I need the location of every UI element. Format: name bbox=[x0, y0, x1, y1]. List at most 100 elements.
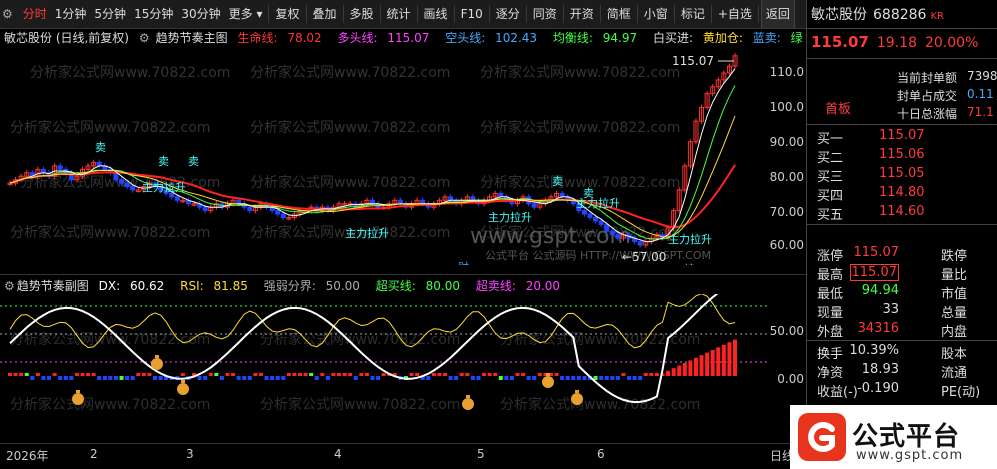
seal-value: 0.11 bbox=[967, 87, 994, 101]
tab-15min[interactable]: 15分钟 bbox=[130, 0, 177, 28]
ma-line bbox=[9, 68, 736, 243]
simple-frame-button[interactable]: 简框 bbox=[603, 0, 635, 28]
stat-label: 涨停 bbox=[817, 249, 844, 264]
order-book-row[interactable]: 买三 115.05 bbox=[817, 166, 997, 185]
candle-body bbox=[637, 241, 643, 246]
histogram-bar bbox=[554, 373, 559, 376]
tongzi-button[interactable]: 同资 bbox=[529, 0, 561, 28]
histogram-bar bbox=[8, 373, 12, 376]
main-indicator-name[interactable]: 趋势节奏主图 bbox=[156, 31, 228, 45]
histogram-bar bbox=[654, 373, 659, 376]
histogram-bar bbox=[13, 373, 18, 376]
money-bag-tie bbox=[466, 395, 470, 398]
order-book-row[interactable]: 买一 115.07 bbox=[817, 128, 997, 147]
draw-line-button[interactable]: 画线 bbox=[420, 0, 452, 28]
candles-layer bbox=[7, 53, 738, 248]
divider bbox=[710, 5, 712, 23]
histogram-bar bbox=[677, 365, 682, 376]
candle-body bbox=[604, 223, 610, 232]
divider bbox=[416, 5, 418, 23]
mark-button[interactable]: 标记 bbox=[677, 0, 709, 28]
sell-signal-label: 卖 bbox=[95, 141, 106, 154]
histogram-bar bbox=[286, 373, 291, 376]
histogram-bar bbox=[242, 376, 247, 380]
divider bbox=[599, 5, 601, 23]
tab-1min[interactable]: 1分钟 bbox=[51, 0, 91, 28]
date-tick: 5 bbox=[477, 447, 485, 461]
watermark-text: 分析家公式网www.70822.com bbox=[250, 64, 450, 81]
multi-stock-button[interactable]: 多股 bbox=[346, 0, 378, 28]
stats-button[interactable]: 统计 bbox=[383, 0, 415, 28]
histogram-bar bbox=[409, 373, 414, 376]
gear-icon[interactable]: ⚙ bbox=[4, 279, 15, 293]
date-tick: 6 bbox=[597, 447, 605, 461]
histogram-bar bbox=[415, 373, 420, 376]
back-button[interactable]: 返回 bbox=[760, 0, 795, 28]
histogram-bar bbox=[359, 373, 364, 376]
histogram-bar bbox=[30, 376, 35, 380]
histogram-bar bbox=[482, 373, 487, 376]
histogram-bar bbox=[498, 376, 503, 380]
osc-tick: 50.00 bbox=[769, 324, 804, 338]
histogram-bar bbox=[281, 376, 286, 380]
tab-5min[interactable]: 5分钟 bbox=[90, 0, 130, 28]
gear-icon[interactable]: ⚙ bbox=[0, 0, 19, 28]
histogram-bar bbox=[197, 376, 202, 380]
watermark-text: 分析家公式网www.70822.com bbox=[250, 174, 450, 191]
add-watchlist-button[interactable]: +自选 bbox=[714, 0, 756, 28]
histogram-bar bbox=[582, 376, 587, 380]
overlay-button[interactable]: 叠加 bbox=[309, 0, 341, 28]
kaizi-button[interactable]: 开资 bbox=[566, 0, 598, 28]
stat-label: 市值 bbox=[941, 287, 968, 302]
candlestick-chart[interactable]: 分析家公式网www.70822.com 分析家公式网www.70822.com 分析… bbox=[0, 47, 768, 265]
f10-button[interactable]: F10 bbox=[457, 0, 487, 28]
tab-fenshi[interactable]: 分时 bbox=[19, 0, 51, 28]
stat-label: 外盘 bbox=[817, 325, 844, 340]
stat-label: 总量 bbox=[941, 306, 968, 321]
watermark-text: 分析家公式网www.70822.com bbox=[260, 396, 460, 413]
candle-body bbox=[587, 213, 593, 218]
tab-more[interactable]: 更多 ▾ bbox=[225, 0, 267, 28]
order-book-row[interactable]: 买五 114.60 bbox=[817, 204, 997, 223]
order-book-row[interactable]: 买四 114.80 bbox=[817, 185, 997, 204]
watermark-text: 分析家公式网www.70822.com bbox=[10, 396, 210, 413]
sub-indicator-name[interactable]: 趋势节奏副图 bbox=[17, 279, 89, 293]
stat-label: 内盘 bbox=[941, 325, 968, 340]
histogram-bar bbox=[565, 376, 570, 380]
money-bag-icon bbox=[462, 395, 474, 410]
small-window-button[interactable]: 小窗 bbox=[640, 0, 672, 28]
histogram-bar bbox=[710, 350, 715, 376]
oscillator-chart[interactable]: 分析家公式网www.70822.com 分析家公式网www.70822.com 分析… bbox=[0, 294, 768, 439]
histogram-bar bbox=[627, 376, 632, 380]
stat-value: 115.07 bbox=[849, 264, 899, 281]
stat-row: 现量 33 总量 bbox=[817, 302, 997, 321]
candle-body bbox=[593, 216, 599, 222]
divider bbox=[807, 224, 997, 225]
candle-body bbox=[609, 230, 615, 236]
life-line-label: 生命线: 78.02 bbox=[237, 31, 322, 45]
stat-value: 10.39% bbox=[849, 343, 899, 358]
divider bbox=[453, 5, 455, 23]
money-bag-icon bbox=[72, 390, 84, 405]
order-book-row[interactable]: 买二 115.06 bbox=[817, 147, 997, 166]
oscillator-line bbox=[9, 294, 719, 404]
by-minute-button[interactable]: 逐分 bbox=[492, 0, 524, 28]
histogram-bar bbox=[320, 373, 325, 376]
balance-line-label: 均衡线: 94.97 bbox=[552, 31, 638, 45]
gear-icon[interactable]: ⚙ bbox=[139, 31, 150, 45]
seal-label: 当前封单额 bbox=[897, 71, 958, 85]
date-axis: 2026年 2 3 4 5 6 日线 bbox=[0, 443, 806, 464]
money-bag-body bbox=[151, 358, 163, 370]
divider bbox=[807, 340, 997, 341]
histogram-bar bbox=[693, 357, 698, 376]
histogram-bar bbox=[86, 373, 91, 376]
lift-signal-label: 主力拉升 bbox=[142, 180, 186, 194]
strength-divide-label: 强弱分界: 50.00 bbox=[263, 279, 360, 293]
site-logo: 公式平台 www.gspt.com bbox=[790, 405, 997, 469]
histogram-bar bbox=[24, 373, 29, 376]
candle-body bbox=[57, 165, 63, 170]
bear-line-value: 102.43 bbox=[495, 31, 538, 45]
tab-30min[interactable]: 30分钟 bbox=[177, 0, 224, 28]
histogram-bar bbox=[682, 363, 687, 376]
fuquan-button[interactable]: 复权 bbox=[271, 0, 303, 28]
